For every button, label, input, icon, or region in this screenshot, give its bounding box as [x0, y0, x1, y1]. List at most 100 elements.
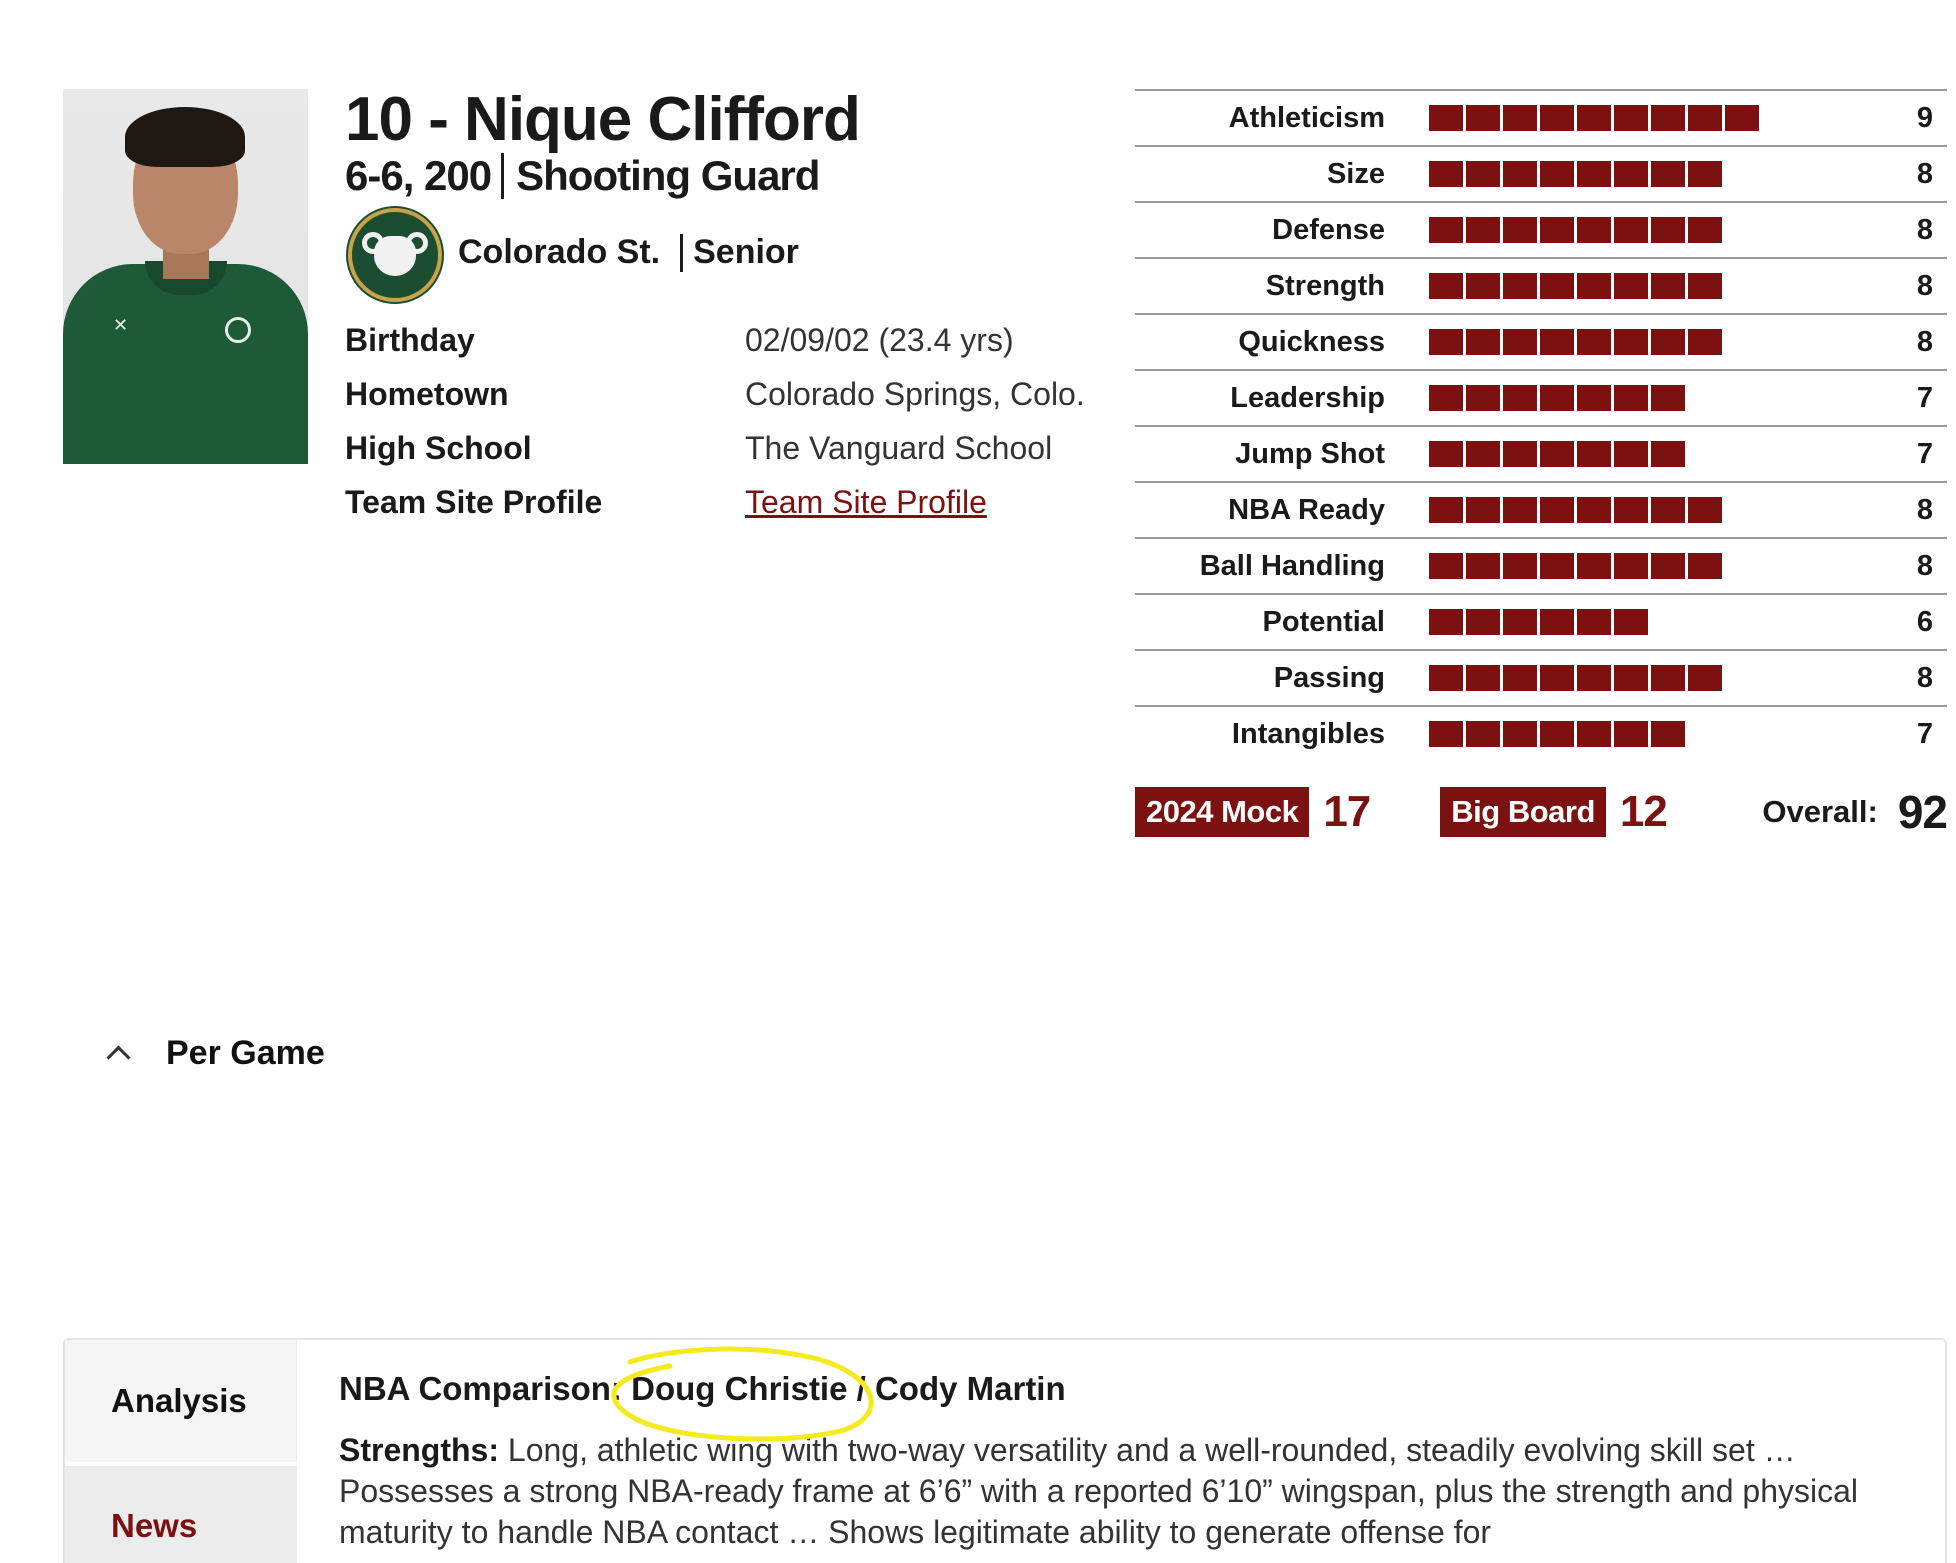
- rating-bar-segment: [1466, 553, 1500, 579]
- analysis-panel: Analysis News NBA Comparison: Doug Chris…: [63, 1338, 1947, 1563]
- rating-bar-segment: [1429, 329, 1463, 355]
- rating-label: Defense: [1272, 213, 1385, 246]
- rating-value: 8: [1916, 325, 1933, 358]
- info-label: Hometown: [345, 376, 509, 412]
- rating-bar-segment: [1429, 665, 1463, 691]
- rating-label: Size: [1326, 157, 1385, 190]
- rating-bar-segment: [1429, 609, 1463, 635]
- rating-value: 8: [1916, 157, 1933, 190]
- rating-row: Jump Shot 7: [1135, 425, 1947, 481]
- rating-bar-segment: [1540, 441, 1574, 467]
- brand-logo-icon: ✕: [113, 315, 129, 335]
- rating-bar-segment: [1466, 161, 1500, 187]
- rating-bar-segment: [1651, 441, 1685, 467]
- tab-news[interactable]: News: [65, 1466, 297, 1563]
- rating-bar-segment: [1651, 385, 1685, 411]
- rating-bar-segment: [1466, 665, 1500, 691]
- nba-comparison: NBA Comparison: Doug Christie / Cody Mar…: [339, 1370, 1066, 1407]
- rating-bar-segment: [1577, 609, 1611, 635]
- rating-bar-segment: [1577, 665, 1611, 691]
- chevron-up-icon[interactable]: [104, 1039, 134, 1069]
- info-value: Colorado Springs, Colo.: [745, 376, 1085, 412]
- overall-label: Overall:: [1762, 794, 1878, 829]
- rating-bar-segment: [1577, 721, 1611, 747]
- rating-bar-segment: [1429, 105, 1463, 131]
- per-game-toggle[interactable]: Per Game: [104, 1034, 325, 1073]
- rating-bar-segment: [1540, 329, 1574, 355]
- rating-bar-segment: [1540, 273, 1574, 299]
- rating-bar-segment: [1651, 665, 1685, 691]
- rating-value: 6: [1916, 605, 1933, 638]
- rating-bar-segment: [1614, 665, 1648, 691]
- rating-bar-segment: [1614, 721, 1648, 747]
- rating-bar-segment: [1503, 553, 1537, 579]
- rating-row: Ball Handling 8: [1135, 537, 1947, 593]
- rating-label: Potential: [1262, 605, 1385, 638]
- rating-bar-segment: [1651, 553, 1685, 579]
- rating-label: Intangibles: [1231, 717, 1385, 750]
- rating-bar-segment: [1540, 497, 1574, 523]
- rating-bar: [1429, 385, 1869, 411]
- class-year: Senior: [693, 233, 799, 271]
- rating-bar: [1429, 721, 1869, 747]
- team-site-profile-link[interactable]: Team Site Profile: [745, 484, 987, 520]
- info-label: Birthday: [345, 322, 475, 358]
- rating-bar-segment: [1503, 609, 1537, 635]
- info-row-birthday: Birthday 02/09/02 (23.4 yrs): [345, 320, 1085, 360]
- rating-value: 8: [1916, 661, 1933, 694]
- rating-bar-segment: [1429, 385, 1463, 411]
- rating-row: Size 8: [1135, 145, 1947, 201]
- rating-bar-segment: [1688, 105, 1722, 131]
- rating-bar-segment: [1614, 441, 1648, 467]
- rating-row: Leadership 7: [1135, 369, 1947, 425]
- rating-bar-segment: [1614, 105, 1648, 131]
- info-value: 02/09/02 (23.4 yrs): [745, 322, 1014, 358]
- info-row-hometown: Hometown Colorado Springs, Colo.: [345, 374, 1085, 414]
- tab-analysis[interactable]: Analysis: [65, 1340, 297, 1462]
- rating-bar-segment: [1429, 441, 1463, 467]
- rating-bar-segment: [1688, 273, 1722, 299]
- panel-tabs: Analysis News: [65, 1340, 297, 1563]
- rating-bar-segment: [1540, 721, 1574, 747]
- rating-row: Intangibles 7: [1135, 705, 1947, 761]
- rating-value: 7: [1916, 717, 1933, 750]
- player-photo: ✕: [63, 89, 308, 464]
- rating-bar-segment: [1503, 665, 1537, 691]
- info-row-team-site: Team Site Profile Team Site Profile: [345, 482, 1085, 522]
- rating-bar-segment: [1614, 497, 1648, 523]
- rating-bar-segment: [1503, 385, 1537, 411]
- rating-bar-segment: [1503, 217, 1537, 243]
- rating-bar: [1429, 329, 1869, 355]
- rating-bar-segment: [1466, 385, 1500, 411]
- rating-bar-segment: [1540, 553, 1574, 579]
- rating-bar-segment: [1577, 441, 1611, 467]
- rating-bar: [1429, 217, 1869, 243]
- player-subline: 6-6, 200 Shooting Guard: [345, 152, 820, 200]
- rating-bar-segment: [1688, 161, 1722, 187]
- player-name: 10 - Nique Clifford: [345, 85, 861, 154]
- rating-bar-segment: [1466, 721, 1500, 747]
- rating-label: Ball Handling: [1199, 549, 1385, 582]
- player-size: 6-6, 200: [345, 152, 492, 199]
- rating-bar-segment: [1614, 161, 1648, 187]
- strengths-paragraph: Strengths: Long, athletic wing with two-…: [339, 1430, 1919, 1553]
- rating-bar-segment: [1577, 385, 1611, 411]
- rating-bar-segment: [1503, 273, 1537, 299]
- rating-bar-segment: [1429, 497, 1463, 523]
- rating-bar-segment: [1651, 329, 1685, 355]
- rating-label: Passing: [1273, 661, 1385, 694]
- per-game-label[interactable]: Per Game: [166, 1034, 325, 1073]
- rating-bar-segment: [1577, 161, 1611, 187]
- rating-row: Athleticism 9: [1135, 89, 1947, 145]
- rating-bar-segment: [1429, 217, 1463, 243]
- rating-bar-segment: [1466, 441, 1500, 467]
- rating-bar-segment: [1540, 609, 1574, 635]
- rating-label: Strength: [1265, 269, 1385, 302]
- rating-bar-segment: [1503, 497, 1537, 523]
- rating-row: Quickness 8: [1135, 313, 1947, 369]
- rating-bar-segment: [1466, 497, 1500, 523]
- rating-row: NBA Ready 8: [1135, 481, 1947, 537]
- rating-bar-segment: [1651, 497, 1685, 523]
- rating-value: 8: [1916, 493, 1933, 526]
- rating-bar: [1429, 161, 1869, 187]
